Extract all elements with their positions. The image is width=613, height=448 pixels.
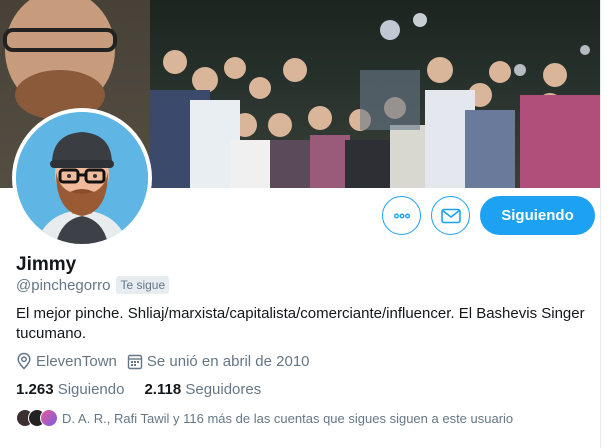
- location-pin-icon: [17, 352, 31, 370]
- following-label: Siguiendo: [57, 381, 125, 398]
- following-count-link[interactable]: 1.263 Siguiendo: [16, 381, 124, 398]
- more-dots-icon: [393, 212, 410, 218]
- joined-text: Se unió en abril de 2010: [146, 352, 310, 370]
- profile-avatar[interactable]: [12, 108, 152, 248]
- mutual-avatars: [16, 409, 58, 427]
- followers-label: Seguidores: [185, 381, 262, 398]
- handle-row: @pinchegorro Te sigue: [16, 276, 170, 294]
- joined-item: Se unió en abril de 2010: [127, 353, 310, 370]
- location-item: ElevenTown: [16, 352, 117, 370]
- followers-you-know-text: D. A. R., Rafi Tawil y 116 más de las cu…: [62, 410, 514, 426]
- following-count: 1.263: [16, 381, 54, 398]
- profile-bio: El mejor pinche. Shliaj/marxista/capital…: [16, 305, 585, 342]
- scroll-edge: [600, 0, 613, 448]
- profile-handle: @pinchegorro: [16, 276, 111, 294]
- envelope-icon: [440, 208, 461, 223]
- followers-count-link[interactable]: 2.118 Seguidores: [144, 381, 261, 398]
- profile-name: Jimmy: [16, 254, 77, 275]
- profile-meta: ElevenTown Se unió en abril de 2010: [16, 352, 320, 370]
- mutual-avatar: [40, 409, 58, 427]
- more-options-button[interactable]: [382, 196, 421, 235]
- follows-you-badge: Te sigue: [116, 276, 170, 294]
- calendar-icon: [127, 354, 143, 369]
- following-button[interactable]: Siguiendo: [480, 196, 595, 235]
- follow-counts: 1.263 Siguiendo 2.118 Seguidores: [16, 381, 281, 398]
- followers-count: 2.118: [144, 381, 182, 398]
- bitmoji-avatar-icon: [16, 112, 148, 244]
- location-text: ElevenTown: [36, 352, 117, 370]
- followers-you-know[interactable]: D. A. R., Rafi Tawil y 116 más de las cu…: [16, 409, 513, 427]
- message-button[interactable]: [431, 196, 470, 235]
